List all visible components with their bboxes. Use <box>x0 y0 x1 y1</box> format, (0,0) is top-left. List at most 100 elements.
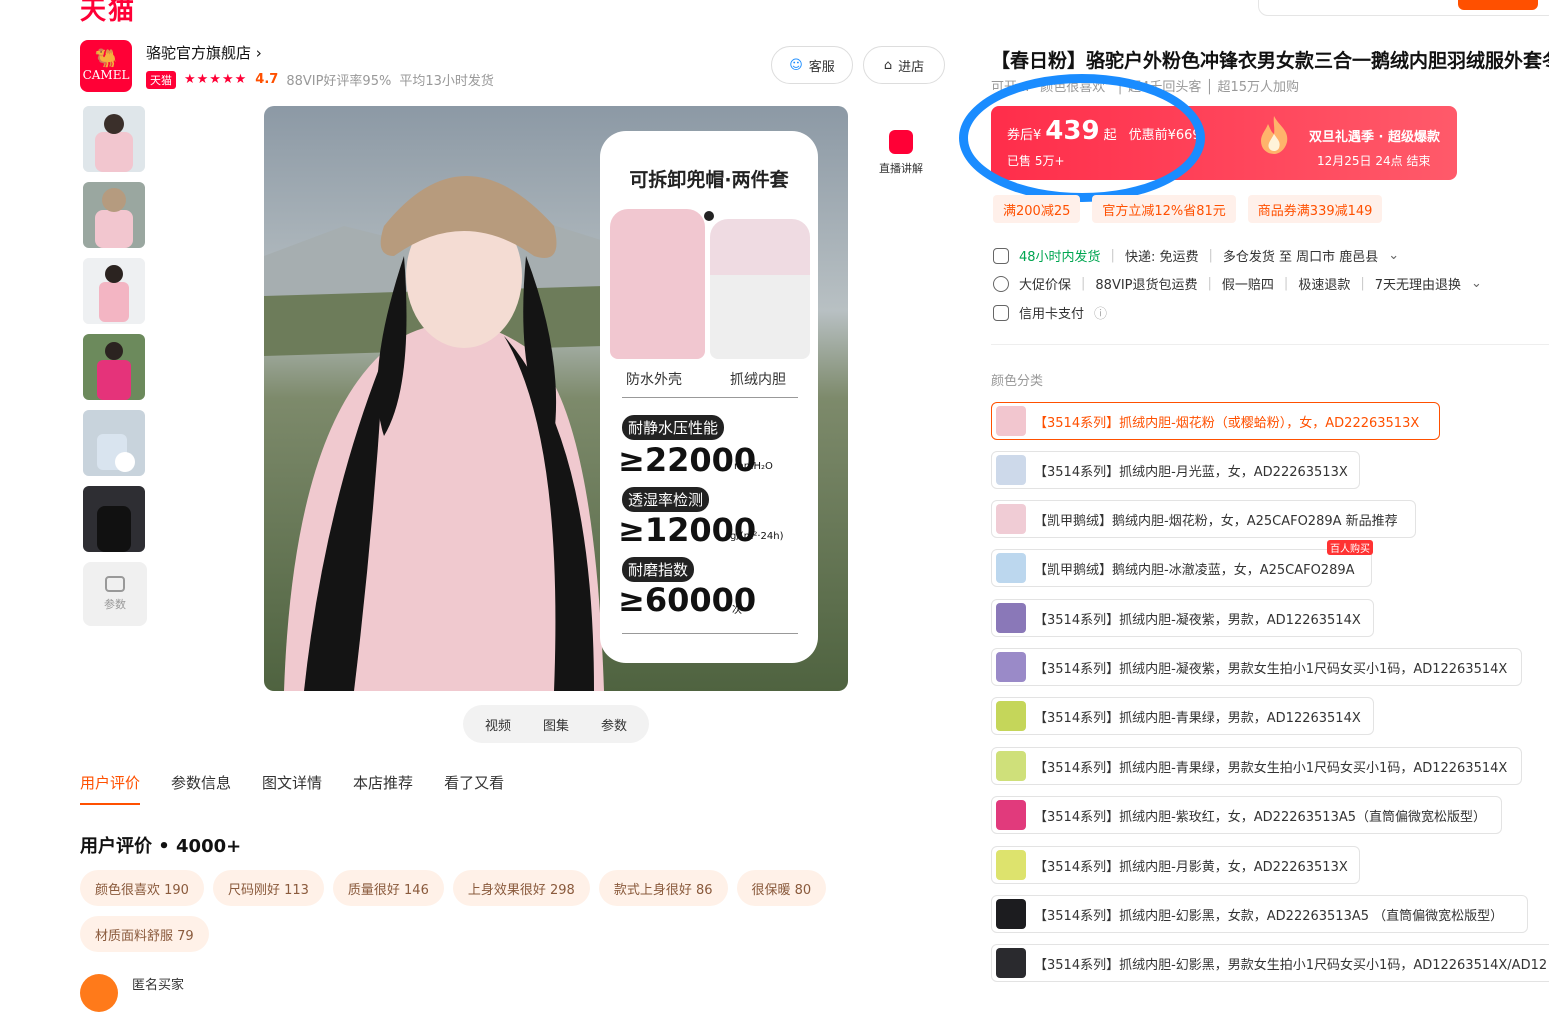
separator: | <box>1110 248 1115 263</box>
color-option[interactable]: 【3514系列】抓绒内胆-凝夜紫，男款女生拍小1尺码女买小1码，AD122635… <box>991 648 1522 686</box>
color-option[interactable]: 【凯甲鹅绒】鹅绒内胆-烟花粉，女，A25CAFO289A 新品推荐 <box>991 500 1416 538</box>
tab-also-viewed[interactable]: 看了又看 <box>444 772 504 805</box>
thumbnail-3[interactable] <box>83 258 145 324</box>
rating-value: 4.7 <box>255 72 279 87</box>
color-option[interactable]: 【3514系列】抓绒内胆-青果绿，男款，AD12263514X <box>991 697 1374 735</box>
enter-store-label: 进店 <box>898 59 925 75</box>
swatch <box>996 751 1026 781</box>
media-tab-params[interactable]: 参数 <box>601 715 627 734</box>
media-tabs: 视频 图集 参数 <box>463 705 649 743</box>
color-option[interactable]: 【3514系列】抓绒内胆-幻影黑，男款女生拍小1尺码女买小1码，AD122635… <box>991 944 1549 982</box>
spec-headline: 可拆卸兜帽·两件套 <box>629 169 789 191</box>
thumbnail-6[interactable] <box>83 486 145 552</box>
search-button[interactable] <box>1458 0 1538 10</box>
store-name-link[interactable]: 骆驼官方旗舰店 › <box>146 42 262 63</box>
chevron-down-icon[interactable]: ⌄ <box>1388 248 1399 263</box>
customer-service-label: 客服 <box>808 59 835 75</box>
guarantee-item: 极速退款 <box>1298 278 1351 293</box>
live-explain-button[interactable]: 直播讲解 <box>876 130 926 176</box>
color-option[interactable]: 【3514系列】抓绒内胆-幻影黑，女款，AD22263513A5 （直筒偏微宽松… <box>991 895 1528 933</box>
color-option-label: 【3514系列】抓绒内胆-凝夜紫，男款，AD12263514X <box>1034 612 1361 628</box>
color-option[interactable]: 【3514系列】抓绒内胆-月光蓝，女，AD22263513X <box>991 451 1360 489</box>
color-option[interactable]: 【3514系列】抓绒内胆-月影黄，女，AD22263513X <box>991 846 1360 884</box>
payment-row: 信用卡支付 ⓘ <box>993 303 1107 322</box>
customer-service-button[interactable]: ☺ 客服 <box>771 46 853 84</box>
review-tag[interactable]: 款式上身很好 86 <box>598 870 728 906</box>
chevron-right-icon: › <box>255 44 262 62</box>
main-product-image[interactable]: 可拆卸兜帽·两件套 防水外壳 抓绒内胆 耐静水压性能 ≥22000 mmH₂O … <box>264 106 848 691</box>
spec-2-value: ≥12000 <box>618 511 757 549</box>
media-tab-video[interactable]: 视频 <box>485 715 511 734</box>
review-tags: 颜色很喜欢 190 尺码刚好 113 质量很好 146 上身效果很好 298 款… <box>80 870 840 952</box>
spec-3-unit: 次 <box>732 605 742 616</box>
spec-1-value: ≥22000 <box>618 441 757 479</box>
color-option-label: 【3514系列】抓绒内胆-凝夜紫，男款女生拍小1尺码女买小1码，AD122635… <box>1034 661 1508 677</box>
inner-label: 抓绒内胆 <box>730 372 786 388</box>
color-option-label: 【3514系列】抓绒内胆-烟花粉（或樱蛤粉），女，AD22263513X <box>1034 415 1420 431</box>
live-chart-icon <box>889 130 913 154</box>
jacket-outer-illustration <box>610 209 705 359</box>
color-option[interactable]: 【3514系列】抓绒内胆-凝夜紫，男款，AD12263514X <box>991 599 1374 637</box>
ship-promise: 48小时内发货 <box>1019 250 1101 265</box>
tab-details[interactable]: 图文详情 <box>262 772 322 805</box>
vip-rate: 88VIP好评率95% <box>286 74 392 89</box>
credit-card-label: 信用卡支付 <box>1019 307 1085 322</box>
thumbnail-2[interactable] <box>83 182 145 248</box>
media-tab-gallery[interactable]: 图集 <box>543 715 569 734</box>
spec-bottom-divider <box>622 633 798 634</box>
color-option[interactable]: 【3514系列】抓绒内胆-紫玫红，女，AD22263513A5（直筒偏微宽松版型… <box>991 796 1502 834</box>
camel-icon: 🐫 <box>94 48 118 69</box>
review-tag[interactable]: 很保暖 80 <box>736 870 827 906</box>
live-explain-label: 直播讲解 <box>879 162 923 175</box>
tab-reviews[interactable]: 用户评价 <box>80 772 141 805</box>
store-logo-text: CAMEL <box>82 68 130 82</box>
swatch <box>996 553 1026 583</box>
sliders-icon <box>105 576 125 592</box>
tab-params[interactable]: 参数信息 <box>171 772 231 805</box>
review-tag[interactable]: 质量很好 146 <box>332 870 444 906</box>
coupon[interactable]: 官方立减12%省81元 <box>1092 195 1236 223</box>
thumbnail-1[interactable] <box>83 106 145 172</box>
shield-icon <box>993 275 1009 292</box>
guarantee-item: 88VIP退货包运费 <box>1095 278 1198 293</box>
swatch <box>996 603 1026 633</box>
credit-card-icon <box>993 304 1009 321</box>
spec-card: 可拆卸兜帽·两件套 防水外壳 抓绒内胆 耐静水压性能 ≥22000 mmH₂O … <box>600 131 818 663</box>
color-option[interactable]: 【凯甲鹅绒】鹅绒内胆-冰澈凌蓝，女，A25CAFO289A 百人购买 <box>991 540 1373 587</box>
guarantee-item: 假一赔四 <box>1221 278 1274 293</box>
separator: | <box>1208 248 1213 263</box>
store-logo[interactable]: 🐫 CAMEL <box>80 40 132 92</box>
guarantee-item[interactable]: 7天无理由退换 <box>1375 274 1461 293</box>
review-tag[interactable]: 尺码刚好 113 <box>212 870 324 906</box>
plus-icon <box>704 211 714 221</box>
separator: | <box>1207 276 1212 291</box>
ship-destination[interactable]: 多仓发货 至 周口市 鹿邑县 <box>1223 246 1378 265</box>
info-icon[interactable]: ⓘ <box>1094 303 1107 322</box>
express-fee: 快递: 免运费 <box>1124 250 1199 265</box>
swatch <box>996 406 1026 436</box>
review-tag[interactable]: 颜色很喜欢 190 <box>80 870 204 906</box>
review-tag[interactable]: 材质面料舒服 79 <box>80 916 209 952</box>
spec-2-unit: g/(m²·24h) <box>730 531 784 542</box>
avatar <box>80 974 118 1012</box>
coupon[interactable]: 商品券满339减149 <box>1247 195 1383 223</box>
color-option[interactable]: 【3514系列】抓绒内胆-青果绿，男款女生拍小1尺码女买小1码，AD122635… <box>991 747 1522 785</box>
color-option-label: 【3514系列】抓绒内胆-月光蓝，女，AD22263513X <box>1034 464 1348 480</box>
coupon[interactable]: 满200减25 <box>993 195 1081 223</box>
color-option[interactable]: 【3514系列】抓绒内胆-烟花粉（或樱蛤粉），女，AD22263513X <box>991 402 1440 440</box>
chevron-down-icon[interactable]: ⌄ <box>1471 276 1482 291</box>
shipping-row: 48小时内发货 | 快递: 免运费 | 多仓发货 至 周口市 鹿邑县 ⌄ <box>993 246 1399 265</box>
tab-store-recommend[interactable]: 本店推荐 <box>353 772 413 805</box>
product-title: 【春日粉】骆驼户外粉色冲锋衣男女款三合一鹅绒内胆羽绒服外套冬 <box>991 50 1549 72</box>
thumbnail-5[interactable] <box>83 410 145 476</box>
detail-tabs: 用户评价 参数信息 图文详情 本店推荐 看了又看 <box>80 772 504 805</box>
color-option-label: 【3514系列】抓绒内胆-幻影黑，男款女生拍小1尺码女买小1码，AD122635… <box>1034 957 1548 973</box>
enter-store-button[interactable]: ⌂ 进店 <box>863 46 945 84</box>
promo-end: 12月25日 24点 结束 <box>1317 154 1431 168</box>
params-thumbnail[interactable]: 参数 <box>83 562 147 626</box>
tmall-logo[interactable]: 天猫 <box>80 0 136 27</box>
review-tag[interactable]: 上身效果很好 298 <box>452 870 590 906</box>
color-option-label: 【凯甲鹅绒】鹅绒内胆-冰澈凌蓝，女，A25CAFO289A <box>1034 562 1355 578</box>
divider <box>991 344 1549 345</box>
thumbnail-4[interactable] <box>83 334 145 400</box>
